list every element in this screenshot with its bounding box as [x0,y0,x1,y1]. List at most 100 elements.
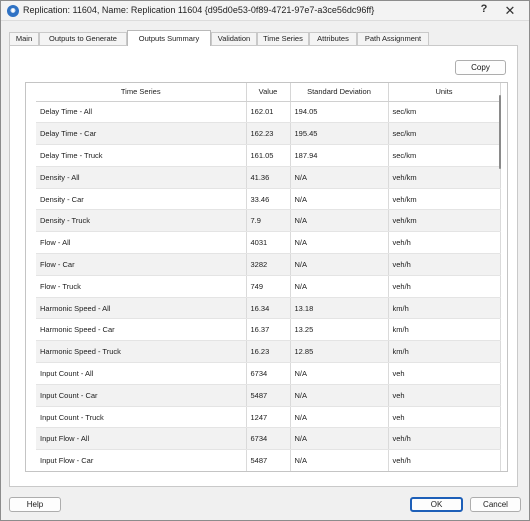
units-cell: veh/km [388,188,501,211]
vertical-scrollbar[interactable] [496,87,504,469]
time-series-cell: Flow - Car [36,253,247,276]
std-dev-cell: 13.25 [290,318,389,342]
tab-time-series[interactable]: Time Series [257,32,309,45]
tab-outputs-to-generate[interactable]: Outputs to Generate [39,32,127,45]
std-dev-cell: N/A [290,406,389,429]
value-cell: 16.37 [246,318,291,342]
time-series-cell: Delay Time - All [36,101,247,124]
units-cell: veh/h [388,275,501,298]
value-cell: 1247 [246,406,291,429]
table-row[interactable]: Input Count - Car 5487 N/A veh [36,384,501,407]
table-row[interactable]: Input Count - Truck 1247 N/A veh [36,406,501,429]
time-series-cell: Flow - Truck [36,275,247,298]
units-cell: sec/km [388,144,501,167]
header-value[interactable]: Value [246,83,291,102]
table-row[interactable]: Density - Truck 7.9 N/A veh/km [36,209,501,233]
time-series-cell: Input Flow - Car [36,449,247,471]
time-series-cell: Harmonic Speed - All [36,297,247,320]
units-cell: veh/km [388,166,501,189]
value-cell: 749 [246,275,291,298]
tab-outputs-summary[interactable]: Outputs Summary [127,30,211,46]
table-row[interactable]: Delay Time - Truck 161.05 187.94 sec/km [36,144,501,167]
time-series-cell: Input Count - Truck [36,406,247,429]
units-cell: km/h [388,318,501,342]
table-header-row: Time Series Value Standard Deviation Uni… [36,83,501,102]
std-dev-cell: 12.85 [290,340,389,364]
time-series-cell: Harmonic Speed - Truck [36,340,247,364]
table-row[interactable]: Input Count - All 6734 N/A veh [36,362,501,385]
units-cell: km/h [388,297,501,320]
units-cell: veh [388,362,501,385]
table-row[interactable]: Flow - Car 3282 N/A veh/h [36,253,501,276]
header-time-series[interactable]: Time Series [36,83,247,102]
std-dev-cell: N/A [290,384,389,407]
outputs-summary-table[interactable]: Time Series Value Standard Deviation Uni… [25,82,508,472]
table-row[interactable]: Input Flow - All 6734 N/A veh/h [36,427,501,451]
units-cell: sec/km [388,122,501,146]
units-cell: km/h [388,340,501,364]
table-row[interactable]: Input Flow - Car 5487 N/A veh/h [36,449,501,471]
value-cell: 41.36 [246,166,291,189]
help-icon[interactable]: ? [475,3,493,19]
std-dev-cell: N/A [290,209,389,233]
value-cell: 6734 [246,362,291,385]
value-cell: 162.23 [246,122,291,146]
time-series-cell: Harmonic Speed - Car [36,318,247,342]
std-dev-cell: 13.18 [290,297,389,320]
value-cell: 16.23 [246,340,291,364]
table-row[interactable]: Density - Car 33.46 N/A veh/km [36,188,501,211]
units-cell: veh/h [388,231,501,255]
table-row[interactable]: Delay Time - Car 162.23 195.45 sec/km [36,122,501,146]
time-series-cell: Input Count - All [36,362,247,385]
std-dev-cell: N/A [290,166,389,189]
std-dev-cell: N/A [290,275,389,298]
header-standard-deviation[interactable]: Standard Deviation [290,83,389,102]
value-cell: 5487 [246,384,291,407]
replication-dialog: ◉ Replication: 11604, Name: Replication … [0,0,530,521]
app-logo-icon: ◉ [7,5,19,17]
table-row[interactable]: Delay Time - All 162.01 194.05 sec/km [36,101,501,124]
time-series-cell: Input Count - Car [36,384,247,407]
help-button[interactable]: Help [9,497,61,512]
time-series-cell: Density - Car [36,188,247,211]
value-cell: 33.46 [246,188,291,211]
units-cell: veh/h [388,449,501,471]
table-row[interactable]: Density - All 41.36 N/A veh/km [36,166,501,189]
copy-button[interactable]: Copy [455,60,506,75]
time-series-cell: Delay Time - Truck [36,144,247,167]
time-series-cell: Density - All [36,166,247,189]
units-cell: veh [388,384,501,407]
value-cell: 4031 [246,231,291,255]
title-bar: ◉ Replication: 11604, Name: Replication … [1,1,529,21]
tab-main[interactable]: Main [9,32,39,45]
summary-table: Time Series Value Standard Deviation Uni… [36,83,501,471]
table-row[interactable]: Flow - Truck 749 N/A veh/h [36,275,501,298]
tab-validation[interactable]: Validation [211,32,257,45]
tab-path-assignment[interactable]: Path Assignment [357,32,429,45]
std-dev-cell: N/A [290,188,389,211]
header-units[interactable]: Units [388,83,501,102]
time-series-cell: Flow - All [36,231,247,255]
close-icon[interactable]: ✕ [501,3,519,19]
units-cell: veh [388,406,501,429]
time-series-cell: Input Flow - All [36,427,247,451]
value-cell: 3282 [246,253,291,276]
std-dev-cell: N/A [290,231,389,255]
time-series-cell: Density - Truck [36,209,247,233]
std-dev-cell: N/A [290,427,389,451]
time-series-cell: Delay Time - Car [36,122,247,146]
ok-button[interactable]: OK [410,497,463,512]
table-row[interactable]: Flow - All 4031 N/A veh/h [36,231,501,255]
value-cell: 5487 [246,449,291,471]
table-row[interactable]: Harmonic Speed - Car 16.37 13.25 km/h [36,318,501,342]
value-cell: 16.34 [246,297,291,320]
value-cell: 7.9 [246,209,291,233]
table-row[interactable]: Harmonic Speed - Truck 16.23 12.85 km/h [36,340,501,364]
std-dev-cell: N/A [290,449,389,471]
tab-attributes[interactable]: Attributes [309,32,357,45]
units-cell: veh/h [388,427,501,451]
scrollbar-thumb[interactable] [499,95,501,169]
std-dev-cell: 194.05 [290,101,389,124]
table-row[interactable]: Harmonic Speed - All 16.34 13.18 km/h [36,297,501,320]
cancel-button[interactable]: Cancel [470,497,521,512]
